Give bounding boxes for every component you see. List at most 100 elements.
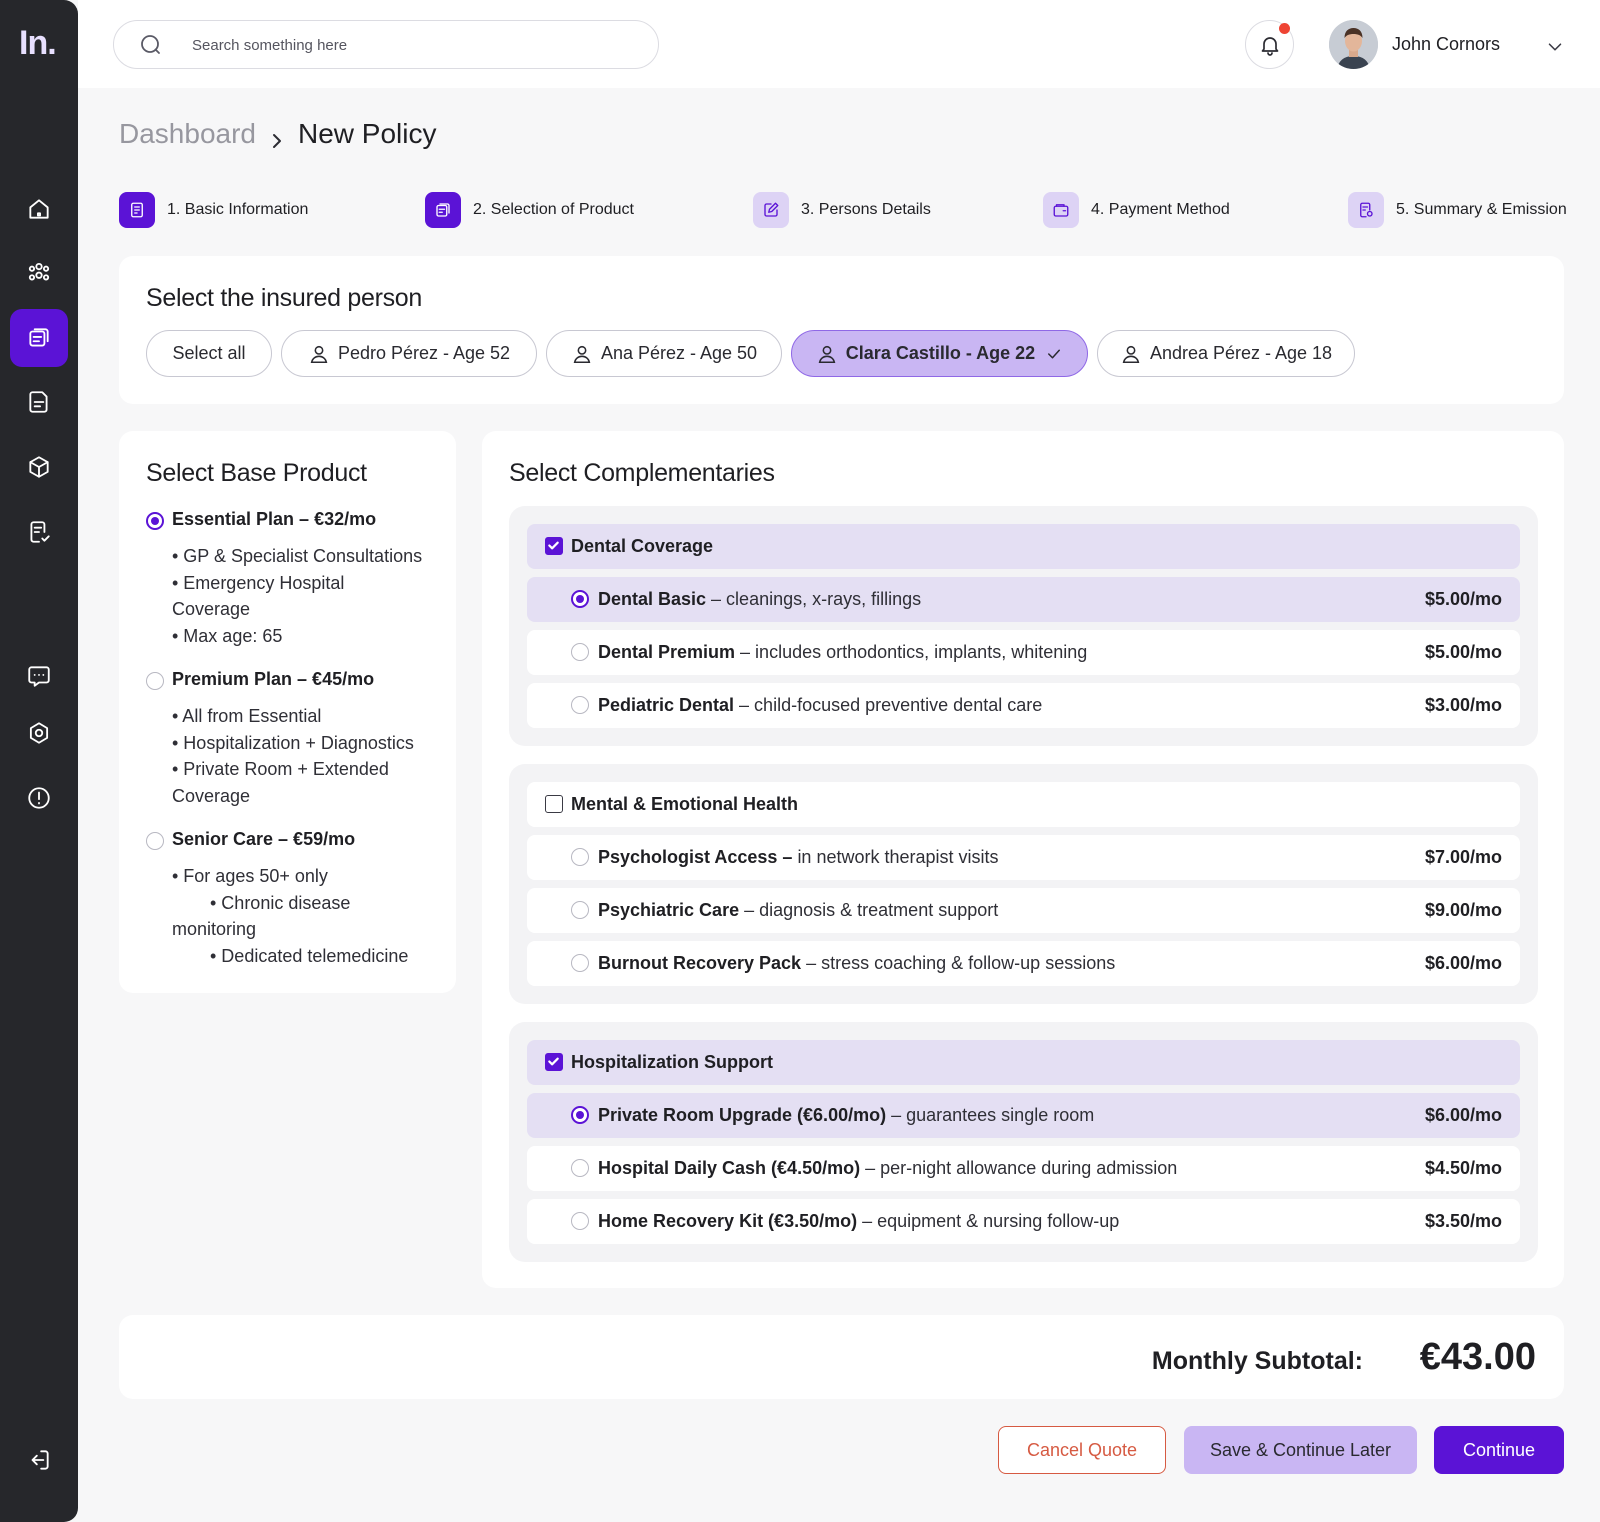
person-chip-andrea[interactable]: Andrea Pérez - Age 18 (1097, 330, 1355, 377)
continue-button[interactable]: Continue (1434, 1426, 1564, 1474)
step-selection-of-product[interactable]: 2. Selection of Product (425, 192, 634, 228)
option-radio[interactable] (571, 954, 589, 972)
plan-name-essential[interactable]: Essential Plan – €32/mo (172, 509, 376, 530)
step-basic-information[interactable]: 1. Basic Information (119, 192, 308, 228)
option-text: Burnout Recovery Pack – stress coaching … (598, 953, 1115, 974)
sidebar-item-home[interactable] (10, 180, 68, 238)
group-header-mental-health[interactable]: Mental & Emotional Health (527, 782, 1520, 827)
search-input[interactable] (192, 33, 632, 57)
option-radio[interactable] (571, 643, 589, 661)
plan-name-senior[interactable]: Senior Care – €59/mo (172, 829, 355, 850)
option-name: Home Recovery Kit (€3.50/mo) (598, 1211, 858, 1231)
option-radio[interactable] (571, 901, 589, 919)
option-radio[interactable] (571, 1212, 589, 1230)
option-name: Dental Basic (598, 589, 707, 609)
chat-icon (28, 666, 50, 687)
option-price: $3.00/mo (1424, 695, 1502, 715)
option-radio[interactable] (571, 848, 589, 866)
option-name: Pediatric Dental (598, 695, 735, 715)
users-icon (28, 262, 50, 281)
sidebar-item-messages[interactable] (10, 647, 68, 705)
wallet-icon (1053, 204, 1069, 217)
option-row[interactable]: Burnout Recovery Pack – stress coaching … (527, 941, 1520, 986)
group-header-dental[interactable]: Dental Coverage (527, 524, 1520, 569)
plan-radio-essential[interactable] (146, 512, 164, 530)
step-label: 1. Basic Information (167, 201, 309, 218)
group-name: Hospitalization Support (571, 1052, 773, 1072)
step-label: 3. Persons Details (801, 201, 931, 218)
policy-icon (29, 328, 49, 347)
option-desc: – includes orthodontics, implants, white… (735, 642, 1088, 662)
plan-radio-senior[interactable] (146, 832, 164, 850)
plan-feature: Coverage (172, 599, 251, 619)
option-text: Dental Basic – cleanings, x-rays, fillin… (598, 589, 921, 610)
person-chip-ana[interactable]: Ana Pérez - Age 50 (546, 330, 782, 377)
box-icon (29, 456, 49, 478)
option-radio[interactable] (571, 590, 589, 608)
top-bar: John Cornors (78, 0, 1600, 88)
sidebar-item-users[interactable] (10, 243, 68, 301)
sidebar-item-policy[interactable] (10, 309, 68, 367)
avatar[interactable] (1329, 20, 1378, 69)
option-name: Hospital Daily Cash (€4.50/mo) (598, 1158, 861, 1178)
plan-radio-premium[interactable] (146, 672, 164, 690)
person-chip-clara[interactable]: Clara Castillo - Age 22 (791, 330, 1088, 377)
step-icon-box (753, 192, 789, 228)
complementary-group-mental-health: Mental & Emotional Health Psychologist A… (509, 764, 1538, 1004)
option-row[interactable]: Psychologist Access – in network therapi… (527, 835, 1520, 880)
group-header-hospitalization[interactable]: Hospitalization Support (527, 1040, 1520, 1085)
chip-label: Andrea Pérez - Age 18 (1149, 343, 1333, 363)
edit-icon (764, 202, 779, 217)
user-icon (310, 345, 328, 363)
sidebar-item-reports[interactable] (10, 503, 68, 561)
group-checkbox-dental[interactable] (545, 537, 563, 555)
group-checkbox-mental-health[interactable] (545, 795, 563, 813)
cancel-quote-button[interactable]: Cancel Quote (998, 1426, 1166, 1474)
step-payment-method[interactable]: 4. Payment Method (1043, 192, 1230, 228)
user-menu-toggle[interactable] (1544, 36, 1566, 58)
select-all-chip[interactable]: Select all (146, 330, 272, 377)
chip-label: Clara Castillo - Age 22 (845, 343, 1036, 363)
plan-name-premium[interactable]: Premium Plan – €45/mo (172, 669, 374, 690)
person-chip-pedro[interactable]: Pedro Pérez - Age 52 (281, 330, 537, 377)
option-text: Private Room Upgrade (€6.00/mo) – guaran… (598, 1105, 1094, 1126)
option-row[interactable]: Home Recovery Kit (€3.50/mo) – equipment… (527, 1199, 1520, 1244)
option-price: $3.50/mo (1424, 1211, 1502, 1231)
save-continue-later-button[interactable]: Save & Continue Later (1184, 1426, 1417, 1474)
group-checkbox-hospitalization[interactable] (545, 1053, 563, 1071)
plan-feature: • GP & Specialist Consultations (172, 546, 423, 566)
sidebar-item-help[interactable] (10, 769, 68, 827)
sidebar-item-documents[interactable] (10, 373, 68, 431)
sidebar-item-settings[interactable] (10, 704, 68, 762)
option-row[interactable]: Pediatric Dental – child-focused prevent… (527, 683, 1520, 728)
option-radio[interactable] (571, 1106, 589, 1124)
option-desc: in network therapist visits (797, 847, 999, 867)
option-row[interactable]: Psychiatric Care – diagnosis & treatment… (527, 888, 1520, 933)
app-logo: In. (19, 24, 57, 62)
notifications-button[interactable] (1245, 20, 1294, 69)
option-row[interactable]: Private Room Upgrade (€6.00/mo) – guaran… (527, 1093, 1520, 1138)
breadcrumb-dashboard[interactable]: Dashboard (119, 118, 256, 150)
step-summary-emission[interactable]: 5. Summary & Emission (1348, 192, 1567, 228)
option-desc: – child-focused preventive dental care (734, 695, 1043, 715)
step-icon-box (119, 192, 155, 228)
sidebar: In. (0, 0, 78, 1522)
search-box[interactable] (113, 20, 659, 69)
home-icon (29, 199, 49, 219)
option-row[interactable]: Dental Premium – includes orthodontics, … (527, 630, 1520, 675)
option-radio[interactable] (571, 696, 589, 714)
option-radio[interactable] (571, 1159, 589, 1177)
plan-feature: • Max age: 65 (172, 626, 283, 646)
user-name[interactable]: John Cornors (1392, 34, 1500, 55)
alert-icon (28, 787, 50, 809)
document-icon (29, 391, 48, 413)
sidebar-item-products[interactable] (10, 438, 68, 496)
notification-dot (1279, 23, 1290, 34)
product-icon (436, 203, 450, 217)
step-persons-details[interactable]: 3. Persons Details (753, 192, 931, 228)
option-desc: – diagnosis & treatment support (739, 900, 999, 920)
sidebar-item-logout[interactable] (10, 1431, 68, 1489)
step-icon-box (425, 192, 461, 228)
option-row[interactable]: Dental Basic – cleanings, x-rays, fillin… (527, 577, 1520, 622)
option-row[interactable]: Hospital Daily Cash (€4.50/mo) – per-nig… (527, 1146, 1520, 1191)
